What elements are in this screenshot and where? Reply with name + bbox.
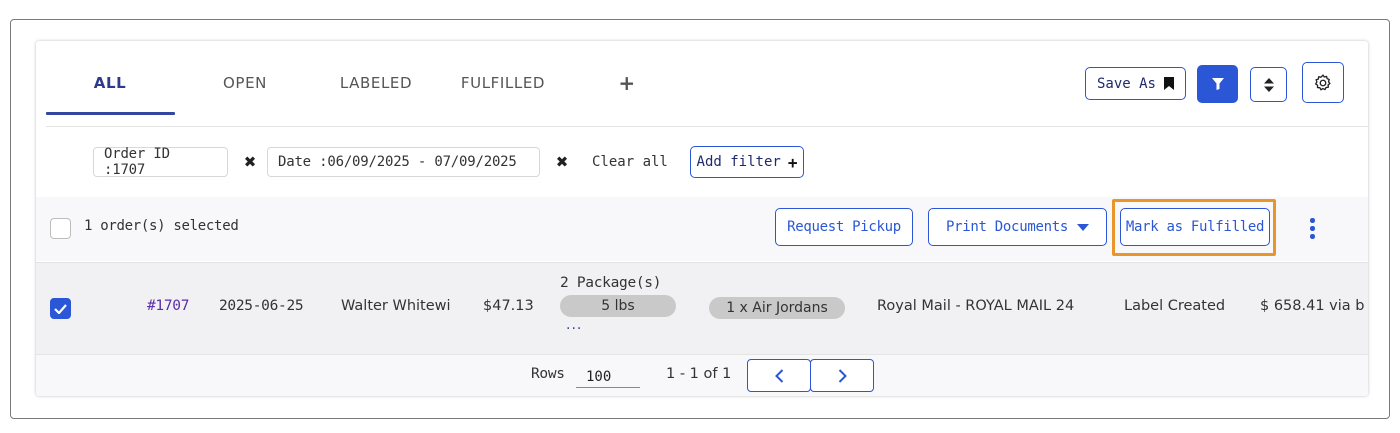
chevron-left-icon: [774, 368, 784, 383]
order-date: 2025-06-25: [219, 298, 304, 314]
tab-open[interactable]: OPEN: [204, 41, 286, 115]
mark-as-fulfilled-button[interactable]: Mark as Fulfilled: [1120, 208, 1270, 246]
chevron-right-icon: [838, 368, 847, 383]
filter-chip-date: Date :06/09/2025 - 07/09/2025: [267, 147, 540, 177]
next-page-button[interactable]: [810, 359, 874, 392]
weight-value: 5 lbs: [601, 298, 635, 314]
caret-down-icon: [1076, 223, 1089, 231]
rows-per-page-input[interactable]: [576, 366, 640, 388]
print-documents-label: Print Documents: [946, 219, 1068, 235]
row-checkbox[interactable]: [50, 298, 71, 319]
shipping-service: Royal Mail - ROYAL MAIL 24: [877, 298, 1075, 314]
filter-button[interactable]: [1197, 65, 1238, 103]
print-documents-button[interactable]: Print Documents: [928, 208, 1107, 246]
more-packages-link[interactable]: ...: [566, 317, 582, 333]
weight-badge: 5 lbs: [560, 295, 676, 317]
kebab-icon[interactable]: [1302, 217, 1322, 241]
sort-button[interactable]: [1250, 67, 1287, 102]
items-value: 1 x Air Jordans: [726, 300, 828, 316]
filter-chip-order-id: Order ID :1707: [93, 146, 228, 178]
order-amount: $47.13: [483, 298, 534, 314]
selection-count-text: 1 order(s) selected: [84, 218, 239, 234]
save-as-button[interactable]: Save As: [1085, 67, 1186, 100]
add-tab-button[interactable]: +: [612, 41, 642, 115]
page-range-text: 1 - 1 of 1: [666, 366, 732, 382]
active-tab-indicator: [46, 112, 175, 115]
previous-page-button[interactable]: [747, 359, 811, 392]
tab-fulfilled[interactable]: FULFILLED: [448, 41, 558, 115]
header-divider: [46, 126, 1368, 127]
add-filter-label: Add filter: [696, 154, 781, 170]
packages-count: 2 Package(s): [560, 275, 662, 291]
order-status: Label Created: [1124, 298, 1226, 314]
rows-label: Rows: [531, 366, 565, 382]
sort-icon: [1263, 77, 1274, 92]
items-badge: 1 x Air Jordans: [709, 297, 845, 319]
remove-order-id-filter-icon[interactable]: ✖: [240, 152, 260, 172]
customer-name: Walter Whitewi: [341, 298, 451, 314]
tab-all[interactable]: ALL: [74, 41, 146, 115]
filter-chip-label: Date :06/09/2025 - 07/09/2025: [278, 154, 517, 170]
tab-labeled[interactable]: LABELED: [326, 41, 426, 115]
save-as-label: Save As: [1096, 75, 1156, 92]
settings-button[interactable]: [1302, 62, 1344, 103]
pagination-bar: Rows 1 - 1 of 1: [36, 354, 1368, 396]
tab-bar: ALL OPEN LABELED FULFILLED +: [46, 41, 646, 115]
select-all-checkbox[interactable]: [50, 218, 71, 239]
checkmark-icon: [54, 303, 67, 314]
shipping-cost: $ 658.41 via b: [1260, 298, 1365, 314]
add-filter-button[interactable]: Add filter +: [690, 146, 804, 178]
clear-all-link[interactable]: Clear all: [592, 152, 668, 172]
filter-chip-label: Order ID :1707: [104, 146, 170, 178]
gear-icon: [1313, 73, 1333, 93]
filter-icon: [1211, 78, 1224, 90]
bookmark-icon: [1164, 77, 1174, 90]
orders-panel: ALL OPEN LABELED FULFILLED + Save As Ord…: [36, 41, 1368, 396]
order-id-link[interactable]: #1707: [147, 298, 189, 314]
request-pickup-button[interactable]: Request Pickup: [775, 208, 913, 246]
plus-icon: +: [787, 152, 798, 172]
remove-date-filter-icon[interactable]: ✖: [552, 152, 572, 172]
